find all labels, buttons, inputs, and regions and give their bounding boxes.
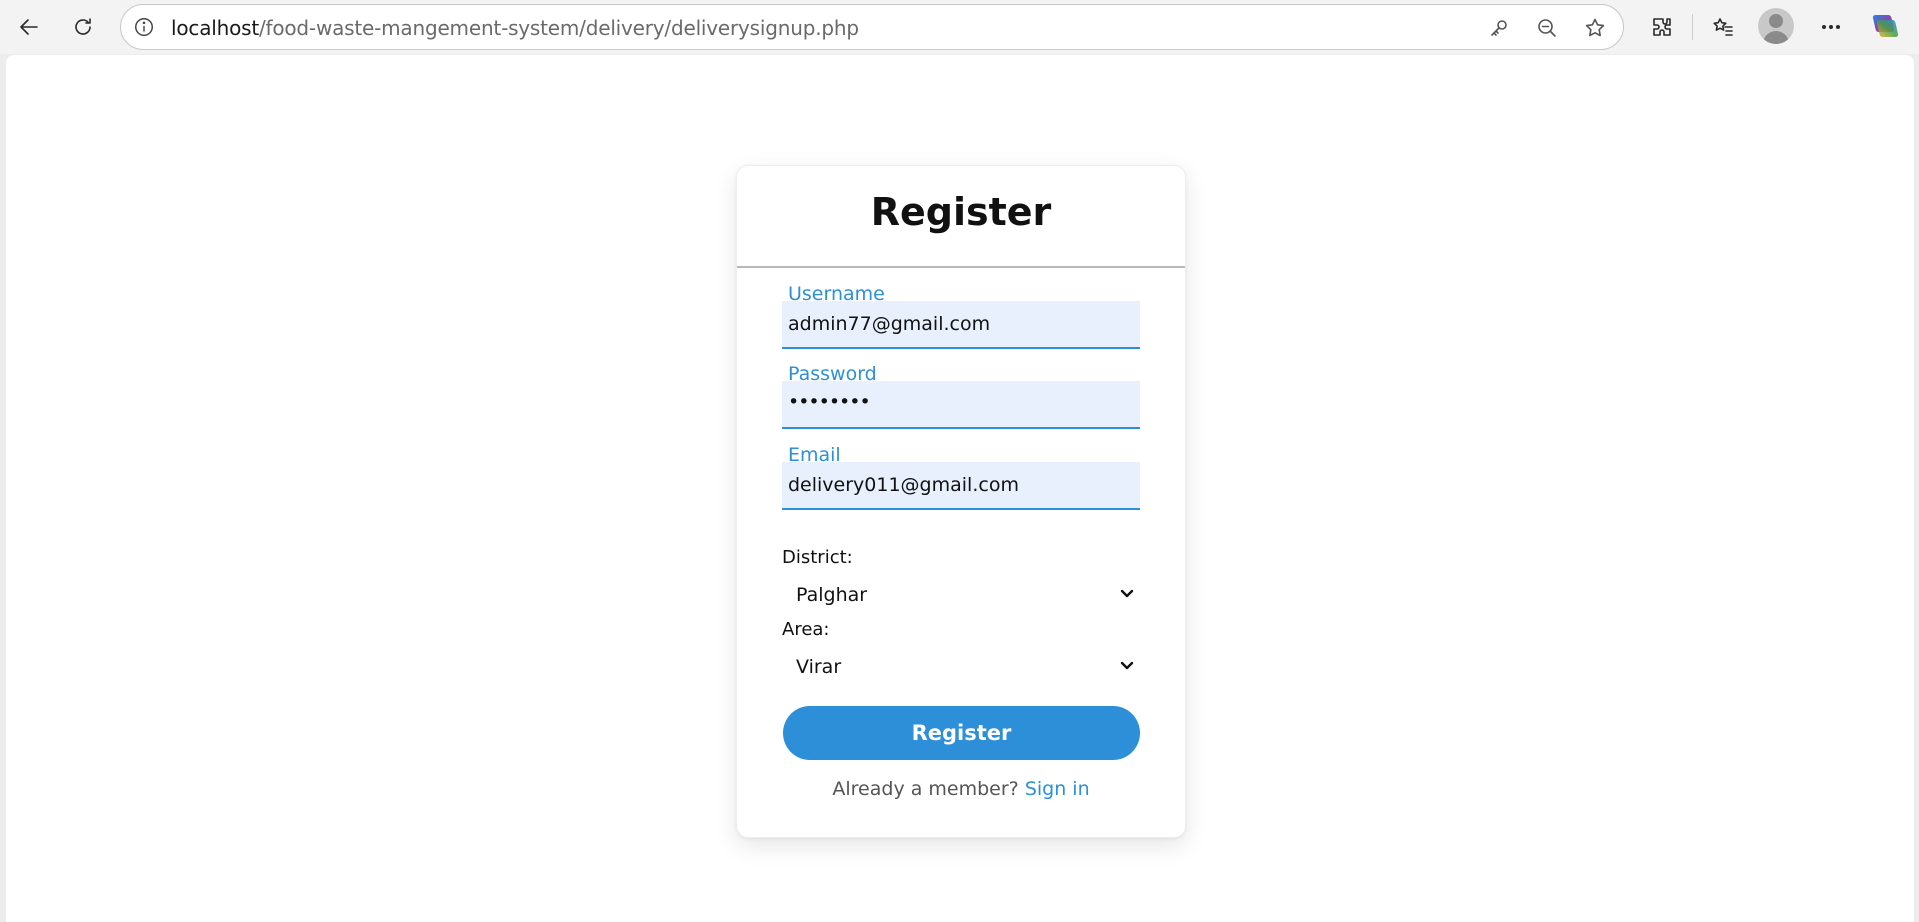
more-icon[interactable] [1814, 10, 1848, 44]
password-field[interactable]: •••••••• [782, 381, 1140, 429]
district-select[interactable]: Palghar [782, 576, 1140, 612]
area-label: Area: [782, 619, 830, 640]
zoom-out-icon[interactable] [1535, 16, 1559, 40]
signin-prompt: Already a member? [832, 778, 1019, 800]
url-host: localhost [171, 16, 259, 40]
area-value: Virar [796, 656, 842, 678]
register-card: Register Username admin77@gmail.com Pass… [736, 165, 1186, 838]
email-field[interactable]: delivery011@gmail.com [782, 462, 1140, 510]
district-value: Palghar [796, 584, 868, 606]
username-value: admin77@gmail.com [788, 313, 991, 335]
signin-row: Already a member? Sign in [737, 778, 1185, 800]
address-bar[interactable]: localhost/food-waste-mangement-system/de… [120, 4, 1624, 50]
refresh-icon[interactable] [66, 10, 100, 44]
chevron-down-icon [1118, 584, 1136, 602]
favorites-icon[interactable] [1706, 10, 1740, 44]
info-icon[interactable] [133, 16, 155, 38]
password-value: •••••••• [788, 391, 871, 413]
area-select[interactable]: Virar [782, 648, 1140, 684]
copilot-icon[interactable] [1868, 9, 1902, 43]
title-divider [737, 266, 1185, 268]
star-icon[interactable] [1583, 16, 1607, 40]
page-viewport: Register Username admin77@gmail.com Pass… [6, 55, 1914, 922]
key-icon[interactable] [1487, 16, 1511, 40]
url-text[interactable]: localhost/food-waste-mangement-system/de… [171, 16, 859, 40]
register-button[interactable]: Register [783, 706, 1140, 760]
avatar[interactable] [1758, 8, 1794, 44]
back-icon[interactable] [12, 10, 46, 44]
extensions-icon[interactable] [1645, 10, 1679, 44]
username-field[interactable]: admin77@gmail.com [782, 301, 1140, 349]
toolbar-divider [1692, 14, 1693, 40]
chevron-down-icon [1118, 656, 1136, 674]
page-title: Register [870, 190, 1052, 234]
signin-link[interactable]: Sign in [1025, 778, 1090, 800]
url-path: /food-waste-mangement-system/delivery/de… [258, 16, 859, 40]
email-value: delivery011@gmail.com [788, 474, 1019, 496]
browser-toolbar: localhost/food-waste-mangement-system/de… [0, 0, 1919, 54]
district-label: District: [782, 547, 853, 568]
